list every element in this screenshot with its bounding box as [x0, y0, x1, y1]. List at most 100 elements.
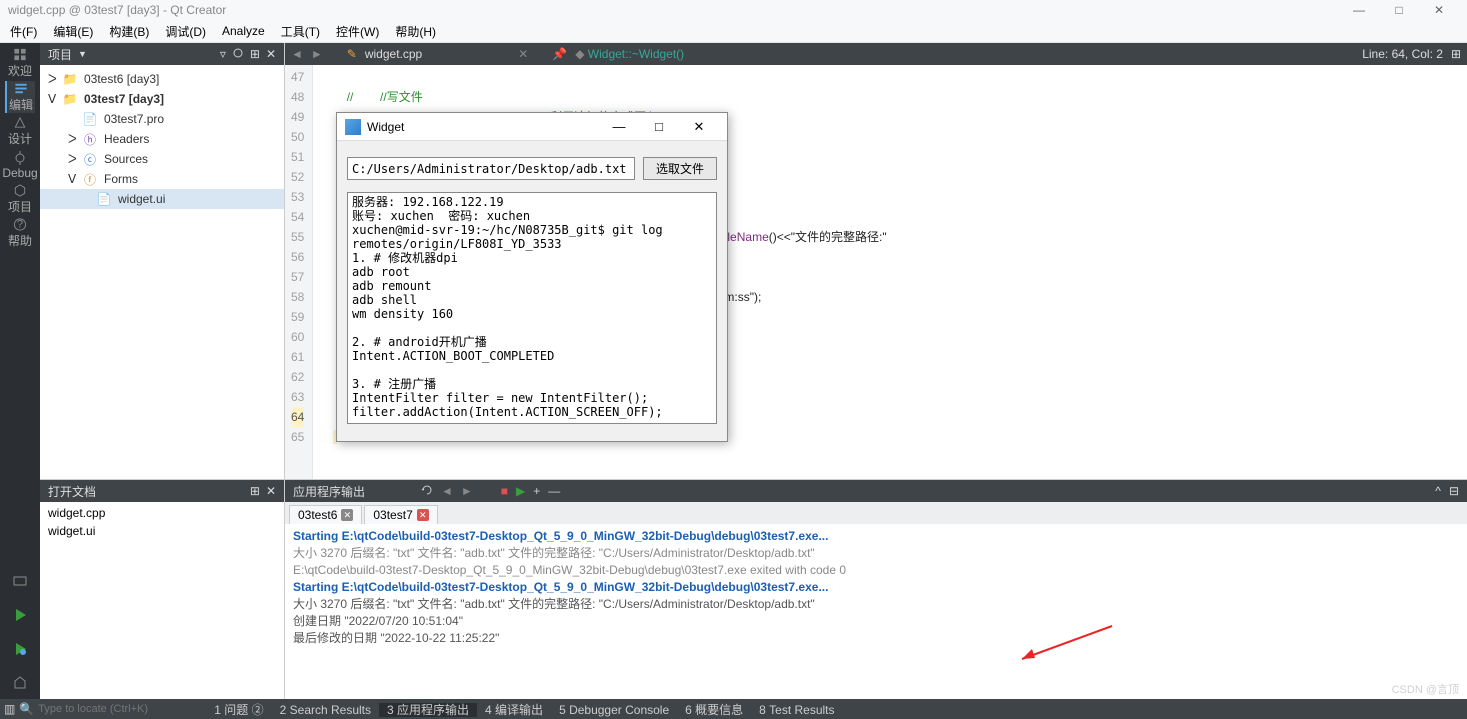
status-item[interactable]: 3 应用程序输出: [379, 703, 477, 717]
output-tab-03test6[interactable]: 03test6✕: [289, 505, 362, 524]
tree-project-03test6[interactable]: ᐳ📁03test6 [day3]: [40, 69, 284, 89]
editor-tab[interactable]: widget.cpp: [365, 47, 422, 61]
dialog-close-button[interactable]: ✕: [679, 119, 719, 135]
menu-file[interactable]: 件(F): [4, 21, 43, 42]
h-folder-icon: ⓗ: [82, 131, 98, 147]
edit-icon[interactable]: ✎: [347, 47, 357, 61]
window-maximize-button[interactable]: □: [1379, 3, 1419, 17]
nav-back-icon[interactable]: ◄: [291, 47, 303, 61]
mode-debug[interactable]: Debug: [5, 149, 35, 181]
line-number-gutter: 47484950515253545556575859606162636465: [285, 65, 313, 479]
status-item[interactable]: 1 问题 ②: [206, 703, 271, 717]
open-doc-item[interactable]: widget.ui: [44, 522, 280, 540]
menu-analyze[interactable]: Analyze: [216, 22, 271, 40]
folder-icon: 📁: [62, 71, 78, 87]
folder-icon: 📁: [62, 91, 78, 107]
status-bar: ▥ 🔍 1 问题 ②2 Search Results3 应用程序输出4 编译输出…: [0, 699, 1467, 719]
rerun-icon[interactable]: [421, 484, 433, 499]
menu-edit[interactable]: 编辑(E): [47, 21, 99, 42]
locator-input[interactable]: [38, 703, 178, 715]
nav-fwd-icon[interactable]: ►: [311, 47, 323, 61]
output-pane-title: 应用程序输出: [293, 483, 365, 500]
menu-debug[interactable]: 调试(D): [159, 21, 212, 42]
dialog-title-bar[interactable]: Widget — □ ✕: [337, 113, 727, 141]
sync-icon[interactable]: [232, 47, 244, 62]
search-icon: 🔍: [19, 702, 34, 716]
mode-design[interactable]: 设计: [5, 115, 35, 147]
project-pane-header: 项目 ▼ ▿ ⊞ ✕: [40, 43, 284, 65]
kit-selector[interactable]: [5, 565, 35, 597]
split-editor-icon[interactable]: ⊞: [1451, 47, 1461, 61]
window-close-button[interactable]: ✕: [1419, 3, 1459, 17]
close-icon[interactable]: ✕: [417, 509, 429, 521]
status-item[interactable]: 4 编译输出: [477, 703, 551, 717]
window-title: widget.cpp @ 03test7 [day3] - Qt Creator: [8, 3, 226, 17]
tree-pro-file[interactable]: 📄03test7.pro: [40, 109, 284, 129]
editor-toolbar: ◄ ► ✎ widget.cpp ✕ 📌 ◆ Widget::~Widget()…: [285, 43, 1467, 65]
prev-icon[interactable]: ◄: [441, 484, 453, 498]
status-item[interactable]: 2 Search Results: [272, 703, 379, 717]
widget-dialog[interactable]: Widget — □ ✕ 选取文件: [336, 112, 728, 442]
pro-file-icon: 📄: [82, 111, 98, 127]
close-tab-icon[interactable]: ✕: [518, 47, 528, 61]
pin-icon[interactable]: 📌: [552, 47, 567, 61]
close-pane-icon[interactable]: ✕: [266, 47, 276, 61]
menu-help[interactable]: 帮助(H): [389, 21, 442, 42]
tree-sources[interactable]: ᐳⓒSources: [40, 149, 284, 169]
add-icon[interactable]: +: [533, 484, 540, 498]
mode-edit[interactable]: 编辑: [5, 81, 35, 113]
collapse-icon[interactable]: ⊟: [1449, 484, 1459, 498]
menu-bar: 件(F) 编辑(E) 构建(B) 调试(D) Analyze 工具(T) 控件(…: [0, 20, 1467, 43]
tree-forms[interactable]: ᐯⓕForms: [40, 169, 284, 189]
output-body[interactable]: Starting E:\qtCode\build-03test7-Desktop…: [285, 524, 1467, 699]
forms-folder-icon: ⓕ: [82, 171, 98, 187]
tree-headers[interactable]: ᐳⓗHeaders: [40, 129, 284, 149]
open-documents-title: 打开文档: [48, 483, 96, 500]
mode-welcome[interactable]: 欢迎: [5, 47, 35, 79]
cursor-position: Line: 64, Col: 2: [1362, 47, 1443, 61]
run-button[interactable]: [5, 599, 35, 631]
mode-projects[interactable]: 项目: [5, 183, 35, 215]
split-icon[interactable]: ⊞: [250, 484, 260, 498]
open-doc-item[interactable]: widget.cpp: [44, 504, 280, 522]
menu-tools[interactable]: 工具(T): [275, 21, 326, 42]
mode-selector: 欢迎 编辑 设计 Debug 项目 ?帮助: [0, 43, 40, 699]
status-item[interactable]: 8 Test Results: [751, 703, 842, 717]
split-icon[interactable]: ⊞: [250, 47, 260, 61]
run-icon[interactable]: ▶: [516, 484, 525, 498]
stop-icon[interactable]: ■: [501, 484, 508, 498]
status-item[interactable]: 6 概要信息: [677, 703, 751, 717]
choose-file-button[interactable]: 选取文件: [643, 157, 717, 180]
file-path-input[interactable]: [347, 157, 635, 180]
status-item[interactable]: 5 Debugger Console: [551, 703, 677, 717]
output-pane-header: 应用程序输出 ◄ ► ■ ▶ + — ^ ⊟: [285, 480, 1467, 502]
dialog-maximize-button[interactable]: □: [639, 119, 679, 134]
remove-icon[interactable]: —: [548, 484, 560, 498]
mode-help[interactable]: ?帮助: [5, 217, 35, 249]
expand-icon[interactable]: ^: [1435, 484, 1441, 498]
project-tree[interactable]: ᐳ📁03test6 [day3] ᐯ📁03test7 [day3] 📄03tes…: [40, 65, 284, 479]
dialog-minimize-button[interactable]: —: [599, 119, 639, 134]
close-icon[interactable]: ✕: [341, 509, 353, 521]
filter-icon[interactable]: ▿: [220, 47, 226, 61]
open-documents-list[interactable]: widget.cpp widget.ui: [40, 502, 284, 699]
side-panel-icon[interactable]: ▥: [4, 702, 15, 716]
cpp-folder-icon: ⓒ: [82, 151, 98, 167]
close-pane-icon[interactable]: ✕: [266, 484, 276, 498]
tree-widget-ui[interactable]: 📄widget.ui: [40, 189, 284, 209]
tree-project-03test7[interactable]: ᐯ📁03test7 [day3]: [40, 89, 284, 109]
breadcrumb[interactable]: ◆ Widget::~Widget(): [575, 47, 684, 61]
debug-run-button[interactable]: [5, 633, 35, 665]
output-tabs: 03test6✕ 03test7✕: [285, 502, 1467, 524]
output-tab-03test7[interactable]: 03test7✕: [364, 505, 437, 524]
ui-file-icon: 📄: [96, 191, 112, 207]
watermark: CSDN @言顶: [1392, 681, 1459, 697]
window-minimize-button[interactable]: —: [1339, 3, 1379, 17]
menu-build[interactable]: 构建(B): [103, 21, 155, 42]
dialog-title: Widget: [367, 120, 404, 134]
menu-widgets[interactable]: 控件(W): [330, 21, 385, 42]
build-button[interactable]: [5, 667, 35, 699]
next-icon[interactable]: ►: [461, 484, 473, 498]
file-content-textarea[interactable]: [347, 192, 717, 424]
svg-text:?: ?: [17, 218, 23, 230]
